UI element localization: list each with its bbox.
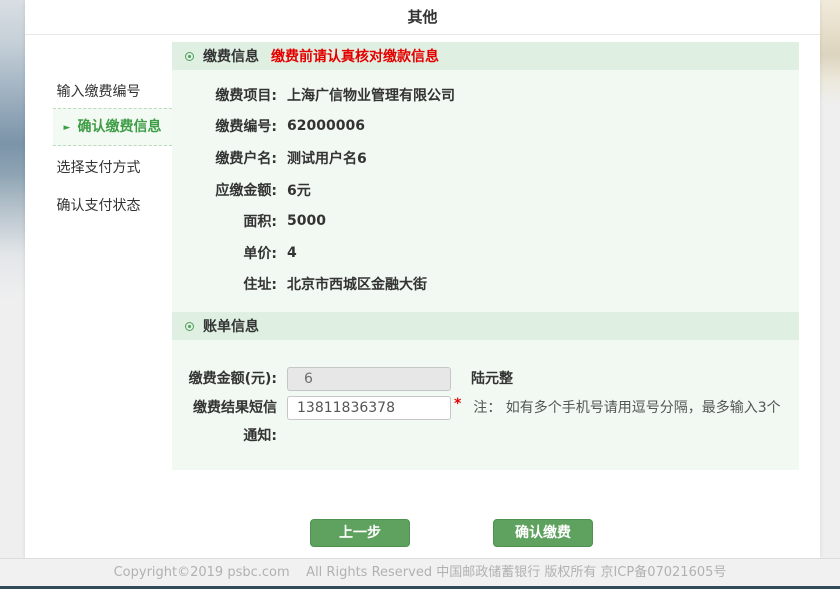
- amount-field-row: 缴费金额(元): 陆元整: [172, 367, 799, 391]
- info-row-account-name: 缴费户名: 测试用户名6: [172, 142, 799, 174]
- sms-note: 注： 如有多个手机号请用逗号分隔，最多输入3个: [473, 396, 780, 420]
- info-row-unit-price: 单价: 4: [172, 237, 799, 269]
- active-step-arrow-icon: ►: [64, 123, 71, 133]
- amount-field-label: 缴费金额(元):: [172, 367, 277, 391]
- payment-info-warning: 缴费前请认真核对缴款信息: [271, 46, 439, 66]
- payment-info-section-title: 缴费信息: [203, 46, 259, 66]
- sidebar-step-confirm-info[interactable]: ► 确认缴费信息: [53, 108, 172, 146]
- info-row-number: 缴费编号: 62000006: [172, 111, 799, 143]
- sms-phone-input[interactable]: [287, 396, 451, 420]
- info-value: 上海广信物业管理有限公司: [287, 85, 455, 105]
- sidebar-step-payment-method[interactable]: 选择支付方式: [25, 158, 172, 178]
- sidebar-step-payment-status[interactable]: 确认支付状态: [25, 196, 172, 216]
- bill-info-section-header: 账单信息: [172, 312, 799, 340]
- info-value: 6元: [287, 180, 311, 200]
- info-label: 缴费编号:: [172, 116, 277, 136]
- content-panel: 其他 输入缴费编号 ► 确认缴费信息 选择支付方式 确认支付状态 缴费信息 缴费前…: [25, 0, 820, 558]
- info-row-area: 面积: 5000: [172, 205, 799, 237]
- info-label: 应缴金额:: [172, 180, 277, 200]
- sidebar-step-label: 确认缴费信息: [77, 119, 161, 135]
- copyright-footer: Copyright©2019 psbc.com All Rights Reser…: [0, 558, 840, 586]
- page-title: 其他: [25, 0, 820, 35]
- required-asterisk: *: [454, 396, 461, 412]
- info-label: 面积:: [172, 211, 277, 231]
- info-value: 4: [287, 245, 297, 261]
- info-value: 5000: [287, 213, 326, 229]
- info-label: 缴费项目:: [172, 85, 277, 105]
- background-photo-left: [0, 0, 25, 300]
- sms-field-row: 缴费结果短信通知: * 注： 如有多个手机号请用逗号分隔，最多输入3个: [172, 396, 799, 450]
- payment-info-section-header: 缴费信息 缴费前请认真核对缴款信息: [172, 42, 799, 70]
- info-label: 缴费户名:: [172, 148, 277, 168]
- info-value: 测试用户名6: [287, 148, 367, 168]
- previous-step-button[interactable]: 上一步: [310, 519, 410, 547]
- payment-content-box: 缴费信息 缴费前请认真核对缴款信息 缴费项目: 上海广信物业管理有限公司 缴费编…: [172, 42, 799, 470]
- sms-field-label: 缴费结果短信通知:: [172, 394, 277, 450]
- payment-info-list: 缴费项目: 上海广信物业管理有限公司 缴费编号: 62000006 缴费户名: …: [172, 70, 799, 300]
- info-value: 北京市西城区金融大街: [287, 274, 427, 294]
- info-row-amount-due: 应缴金额: 6元: [172, 174, 799, 206]
- info-row-project: 缴费项目: 上海广信物业管理有限公司: [172, 79, 799, 111]
- section-bullet-icon: [185, 52, 194, 61]
- info-row-address: 住址: 北京市西城区金融大街: [172, 269, 799, 301]
- info-label: 单价:: [172, 243, 277, 263]
- bill-info-section-title: 账单信息: [203, 316, 259, 336]
- section-bullet-icon: [185, 322, 194, 331]
- info-label: 住址:: [172, 274, 277, 294]
- sidebar-step-enter-number[interactable]: 输入缴费编号: [25, 82, 172, 102]
- page: 其他 输入缴费编号 ► 确认缴费信息 选择支付方式 确认支付状态 缴费信息 缴费前…: [0, 0, 840, 589]
- amount-in-words: 陆元整: [471, 367, 513, 391]
- info-value: 62000006: [287, 118, 365, 134]
- amount-input: [287, 367, 451, 391]
- confirm-payment-button[interactable]: 确认缴费: [493, 519, 593, 547]
- background-photo-right: [820, 0, 840, 105]
